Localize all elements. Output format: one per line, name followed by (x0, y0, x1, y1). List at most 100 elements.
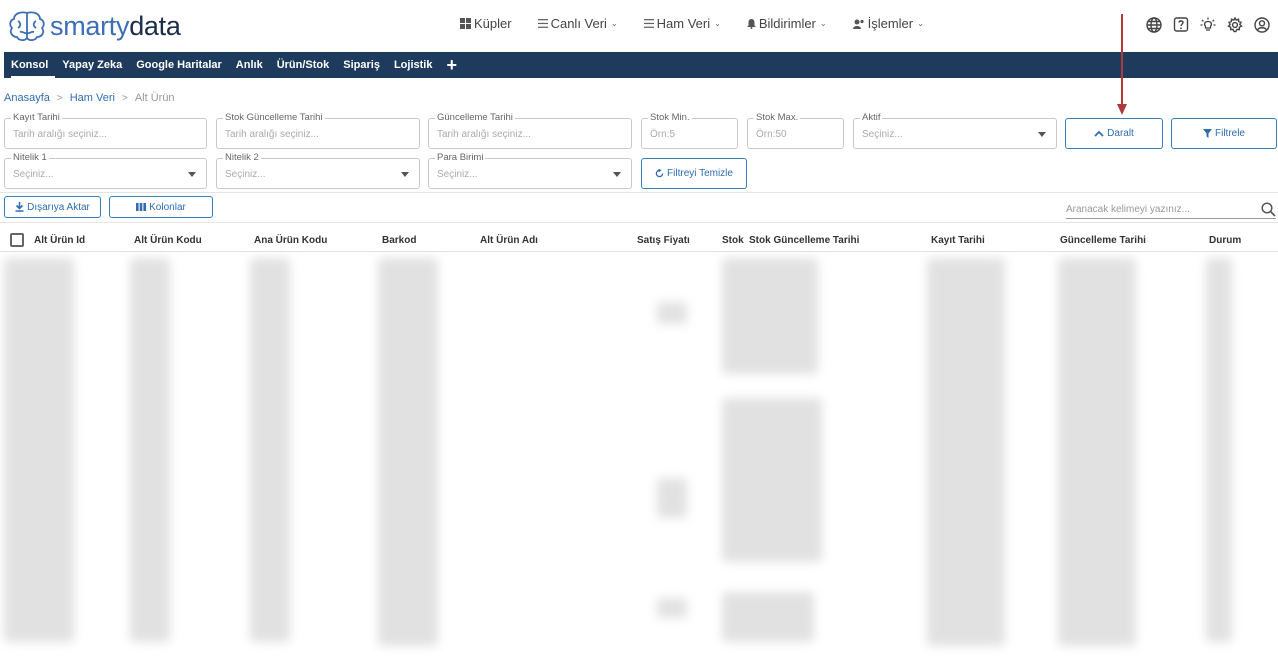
chevron-up-icon (1094, 130, 1104, 137)
col-alt-urun-adi[interactable]: Alt Ürün Adı (480, 235, 538, 246)
gear-icon[interactable] (1226, 16, 1243, 33)
refresh-icon (655, 169, 664, 178)
users-icon (852, 19, 864, 29)
col-guncelleme-tarihi[interactable]: Güncelleme Tarihi (1060, 235, 1146, 246)
blurred-column (927, 258, 1005, 646)
cubes-icon (460, 18, 471, 29)
para-birimi-label: Para Birimi (435, 152, 486, 164)
nav-bildirimler-label: Bildirimler (758, 16, 816, 31)
tab-yapay-zeka[interactable]: Yapay Zeka (55, 52, 129, 78)
nitelik1-placeholder: Seçiniz... (13, 169, 54, 180)
para-birimi-select[interactable]: Para Birimi Seçiniz... (428, 152, 632, 189)
nitelik2-label: Nitelik 2 (223, 152, 261, 164)
chevron-down-icon: ⌄ (819, 19, 827, 28)
nav-ham-veri[interactable]: Ham Veri ⌄ (643, 16, 721, 31)
blurred-column (1058, 258, 1136, 646)
blurred-column (722, 258, 818, 374)
col-stok[interactable]: Stok (722, 235, 744, 246)
breadcrumb-parent[interactable]: Ham Veri (70, 92, 115, 104)
download-icon (15, 202, 24, 212)
para-birimi-placeholder: Seçiniz... (437, 169, 478, 180)
nav-kupler[interactable]: Küpler (460, 16, 512, 31)
tab-siparis[interactable]: Sipariş (336, 52, 387, 78)
user-profile-icon[interactable] (1253, 16, 1270, 33)
disariya-aktar-label: Dışarıya Aktar (27, 201, 90, 213)
daralt-button[interactable]: Daralt (1065, 118, 1163, 149)
top-nav: Küpler Canlı Veri ⌄ Ham Veri ⌄ Bildiriml… (460, 16, 924, 31)
divider (0, 222, 1278, 223)
add-tab-icon[interactable]: + (439, 52, 464, 78)
col-ana-urun-kodu[interactable]: Ana Ürün Kodu (254, 235, 327, 246)
caret-down-icon (188, 172, 196, 177)
nitelik2-select[interactable]: Nitelik 2 Seçiniz... (216, 152, 420, 189)
chevron-right-icon: > (56, 92, 63, 104)
blurred-cell (657, 598, 687, 618)
nitelik1-select[interactable]: Nitelik 1 Seçiniz... (4, 152, 207, 189)
filtrele-label: Filtrele (1214, 128, 1245, 139)
nav-canli-veri-label: Canlı Veri (550, 16, 607, 31)
guncelleme-tarihi-placeholder: Tarih aralığı seçiniz... (437, 129, 531, 140)
stok-guncelleme-tarihi-label: Stok Güncelleme Tarihi (223, 112, 325, 124)
blurred-column (722, 398, 822, 562)
logo-text: smartydata (50, 10, 181, 41)
col-barkod[interactable]: Barkod (382, 235, 416, 246)
blurred-column (250, 258, 290, 642)
col-alt-urun-id[interactable]: Alt Ürün Id (34, 235, 85, 246)
search-input[interactable]: Aranacak kelimeyi yazınız... (1066, 201, 1276, 219)
caret-down-icon (613, 172, 621, 177)
breadcrumb-home[interactable]: Anasayfa (4, 92, 50, 104)
guncelleme-tarihi-field[interactable]: Güncelleme Tarihi Tarih aralığı seçiniz.… (428, 112, 632, 149)
search-icon[interactable] (1261, 202, 1276, 217)
nav-islemler-label: İşlemler (867, 16, 914, 31)
tab-anlik[interactable]: Anlık (229, 52, 270, 78)
help-icon[interactable] (1172, 16, 1189, 33)
nav-islemler[interactable]: İşlemler ⌄ (852, 16, 924, 31)
stok-max-label: Stok Max. (754, 112, 801, 124)
annotation-arrow-icon (1117, 14, 1127, 115)
logo[interactable]: smartydata (8, 10, 181, 42)
top-icons (1145, 16, 1270, 33)
col-durum[interactable]: Durum (1209, 235, 1241, 246)
search-placeholder: Aranacak kelimeyi yazınız... (1066, 204, 1190, 215)
stok-min-field[interactable]: Stok Min. Örn:5 (641, 112, 738, 149)
list-icon (537, 19, 548, 28)
list-icon (643, 19, 654, 28)
col-stok-guncelleme-tarihi[interactable]: Stok Güncelleme Tarihi (749, 235, 859, 246)
chevron-down-icon: ⌄ (610, 19, 618, 28)
col-alt-urun-kodu[interactable]: Alt Ürün Kodu (134, 235, 202, 246)
chevron-right-icon: > (121, 92, 128, 104)
tab-google-haritalar[interactable]: Google Haritalar (129, 52, 229, 78)
col-satis-fiyati[interactable]: Satış Fiyatı (637, 235, 690, 246)
aktif-select[interactable]: Aktif Seçiniz... (853, 112, 1057, 149)
nav-ham-veri-label: Ham Veri (656, 16, 711, 31)
lightbulb-icon[interactable] (1199, 16, 1216, 33)
kayit-tarihi-field[interactable]: Kayıt Tarihi Tarih aralığı seçiniz... (4, 112, 207, 149)
select-all-checkbox[interactable] (10, 233, 24, 247)
nav-bildirimler[interactable]: Bildirimler ⌄ (746, 16, 827, 31)
chevron-down-icon: ⌄ (714, 19, 721, 28)
main-nav: Konsol Yapay Zeka Google Haritalar Anlık… (4, 52, 1278, 78)
stok-min-placeholder: Örn:5 (650, 129, 676, 140)
chevron-down-icon: ⌄ (917, 19, 924, 28)
disariya-aktar-button[interactable]: Dışarıya Aktar (4, 196, 101, 218)
tab-urun-stok[interactable]: Ürün/Stok (270, 52, 337, 78)
nitelik2-placeholder: Seçiniz... (225, 169, 266, 180)
stok-guncelleme-tarihi-field[interactable]: Stok Güncelleme Tarihi Tarih aralığı seç… (216, 112, 420, 149)
breadcrumb-current: Alt Ürün (134, 92, 175, 104)
nav-kupler-label: Küpler (474, 16, 512, 31)
nav-canli-veri[interactable]: Canlı Veri ⌄ (537, 16, 618, 31)
kolonlar-button[interactable]: Kolonlar (109, 196, 213, 218)
stok-max-field[interactable]: Stok Max. Örn:50 (747, 112, 844, 149)
kayit-tarihi-label: Kayıt Tarihi (11, 112, 62, 124)
col-kayit-tarihi[interactable]: Kayıt Tarihi (931, 235, 985, 246)
tab-lojistik[interactable]: Lojistik (387, 52, 440, 78)
globe-icon[interactable] (1145, 16, 1162, 33)
tab-konsol[interactable]: Konsol (11, 52, 56, 78)
kayit-tarihi-placeholder: Tarih aralığı seçiniz... (13, 129, 107, 140)
filtreyi-temizle-button[interactable]: Filtreyi Temizle (641, 158, 747, 189)
nitelik1-label: Nitelik 1 (11, 152, 49, 164)
filtrele-button[interactable]: Filtrele (1171, 118, 1277, 149)
divider (0, 192, 1278, 193)
blurred-column (130, 258, 170, 642)
kolonlar-label: Kolonlar (149, 201, 186, 213)
